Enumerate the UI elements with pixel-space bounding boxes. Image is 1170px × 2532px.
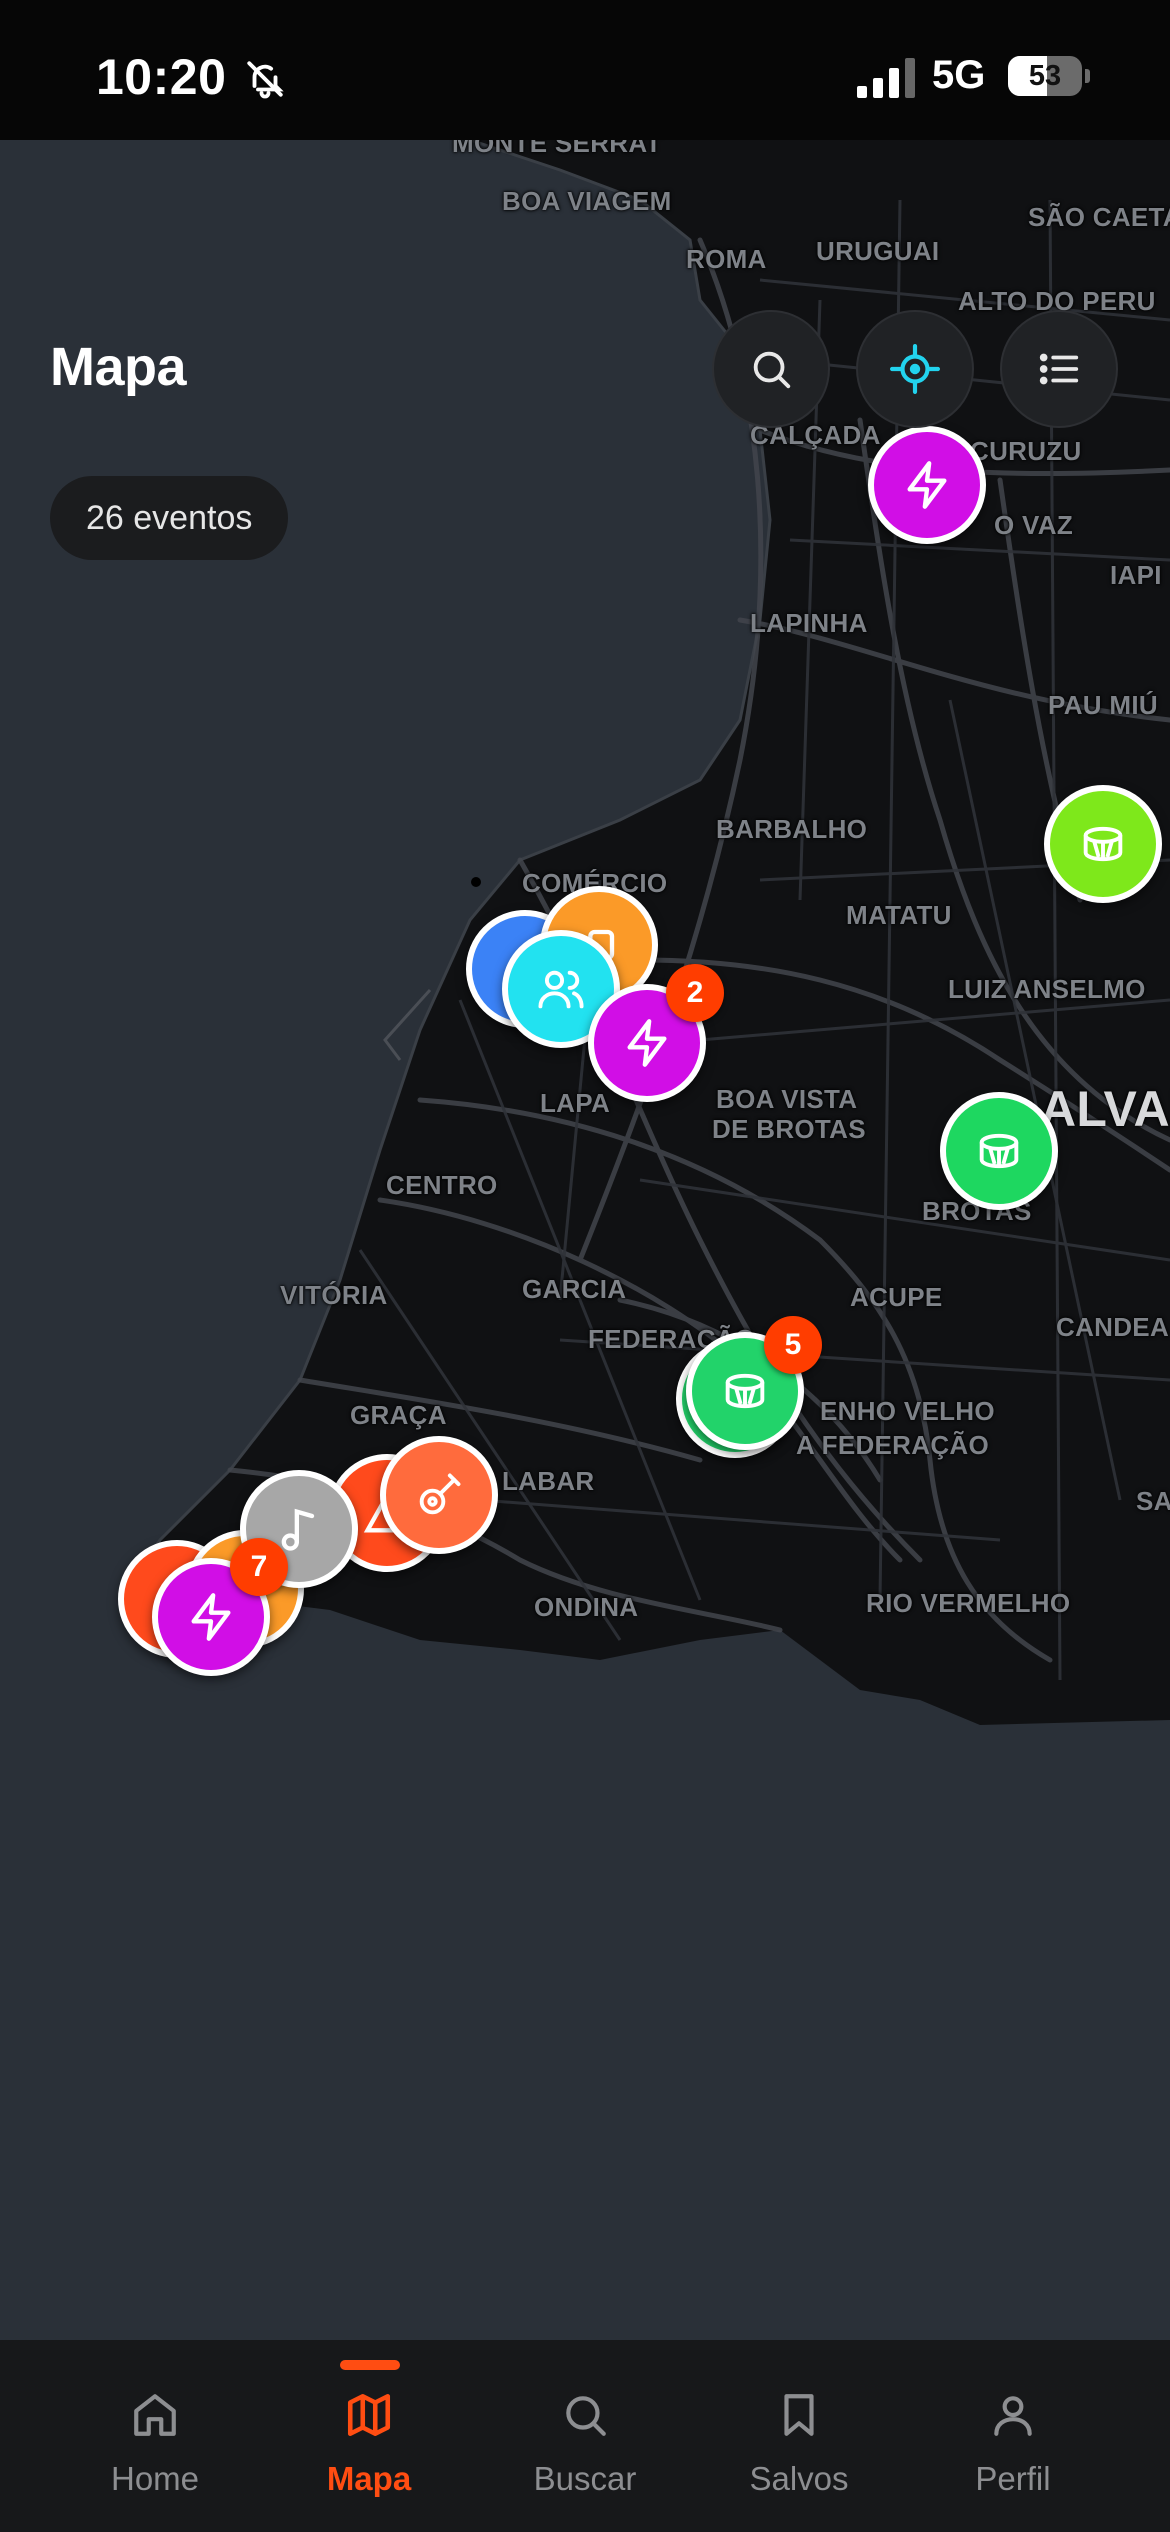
- map-label: o Vaz: [994, 510, 1074, 540]
- bolt-icon: [191, 1593, 231, 1641]
- map-label: São Caeta: [1028, 202, 1170, 232]
- map-label: Ondina: [534, 1592, 639, 1622]
- battery-icon: 53: [1008, 56, 1090, 96]
- map-search-button[interactable]: [712, 310, 830, 428]
- map-label: Pau Miú: [1048, 690, 1158, 720]
- map-label: Boa Viagem: [502, 186, 672, 216]
- map-label: Luiz Anselmo: [948, 974, 1146, 1004]
- cluster-count-badge: 5: [764, 1316, 822, 1374]
- crosshair-icon: [890, 344, 940, 394]
- nav-tab-home[interactable]: Home: [70, 2340, 240, 2532]
- map-label: enho Velho: [820, 1396, 995, 1426]
- map-view[interactable]: Monte Serrat Boa Viagem Roma Uruguai São…: [0, 140, 1170, 2340]
- event-marker-drum[interactable]: [1044, 785, 1162, 903]
- map-label: Garcia: [522, 1274, 627, 1304]
- network-type: 5G: [932, 53, 986, 97]
- bolt-icon: [907, 461, 947, 509]
- event-marker-guitar[interactable]: [380, 1436, 498, 1554]
- drum-icon: [725, 1373, 765, 1409]
- map-label: Barbalho: [716, 814, 868, 844]
- map-label: Lapa: [540, 1088, 611, 1118]
- map-label: Matatu: [846, 900, 952, 930]
- bell-muted-icon: [247, 61, 284, 99]
- nav-label: Mapa: [326, 2460, 412, 2497]
- nav-label: Home: [110, 2460, 200, 2497]
- map-label: Lapinha: [750, 608, 868, 638]
- nav-tab-salvos[interactable]: Salvos: [714, 2340, 884, 2532]
- nav-tab-mapa[interactable]: Mapa: [284, 2340, 454, 2532]
- bookmark-icon: [784, 2394, 814, 2436]
- map-label: Uruguai: [816, 236, 940, 266]
- event-marker-bolt[interactable]: [868, 426, 986, 544]
- map-label: Boa Vista: [716, 1084, 858, 1114]
- search-icon: [753, 351, 791, 389]
- nav-tab-buscar[interactable]: Buscar: [500, 2340, 670, 2532]
- map-label: Candea: [1056, 1312, 1170, 1342]
- map-label: Labar: [502, 1466, 595, 1496]
- map-label: de Brotas: [712, 1114, 866, 1144]
- nav-label: Perfil: [975, 2460, 1051, 2497]
- status-bar: 10:20 5G 53: [0, 0, 1170, 140]
- bolt-icon: [627, 1019, 667, 1067]
- event-count-pill: 26 eventos: [50, 476, 289, 560]
- map-label: Sa: [1136, 1486, 1170, 1516]
- status-time: 10:20: [96, 49, 227, 105]
- map-label: Acupe: [850, 1282, 943, 1312]
- list-icon: [1039, 353, 1079, 385]
- home-icon: [134, 2394, 176, 2436]
- cluster-count-badge: 7: [230, 1538, 288, 1596]
- list-view-button[interactable]: [1000, 310, 1118, 428]
- drum-icon: [1083, 826, 1123, 862]
- drum-icon: [979, 1133, 1019, 1169]
- map-label: Centro: [386, 1170, 498, 1200]
- battery-level: 53: [1028, 60, 1062, 92]
- locate-me-button[interactable]: [856, 310, 974, 428]
- map-label: Monte Serrat: [452, 140, 662, 158]
- map-label: IAPI: [1110, 560, 1162, 590]
- map-label: Curuzu: [970, 436, 1082, 466]
- map-label: Rio Vermelho: [866, 1588, 1071, 1618]
- search-icon: [566, 2396, 606, 2436]
- event-marker-drum[interactable]: [940, 1092, 1058, 1210]
- map-label: Roma: [686, 244, 767, 274]
- map-label-city: ALVAD: [1040, 1081, 1170, 1137]
- guitar-icon: [419, 1473, 461, 1515]
- nav-label: Buscar: [533, 2460, 637, 2497]
- cluster-count-badge: 2: [666, 964, 724, 1022]
- people-icon: [538, 970, 584, 1009]
- map-icon: [347, 2393, 391, 2437]
- nav-label: Salvos: [749, 2460, 849, 2497]
- map-base: [118, 140, 1170, 1725]
- page-title: Mapa: [50, 337, 187, 397]
- user-icon: [994, 2396, 1032, 2436]
- bottom-navigation: Home Mapa Buscar Salvos Perfil: [0, 2340, 1170, 2532]
- map-label: Graça: [350, 1400, 447, 1430]
- nav-tab-perfil[interactable]: Perfil: [928, 2340, 1098, 2532]
- signal-icon: [857, 58, 915, 98]
- map-label: a Federação: [796, 1430, 990, 1460]
- map-label: Vitória: [280, 1280, 388, 1310]
